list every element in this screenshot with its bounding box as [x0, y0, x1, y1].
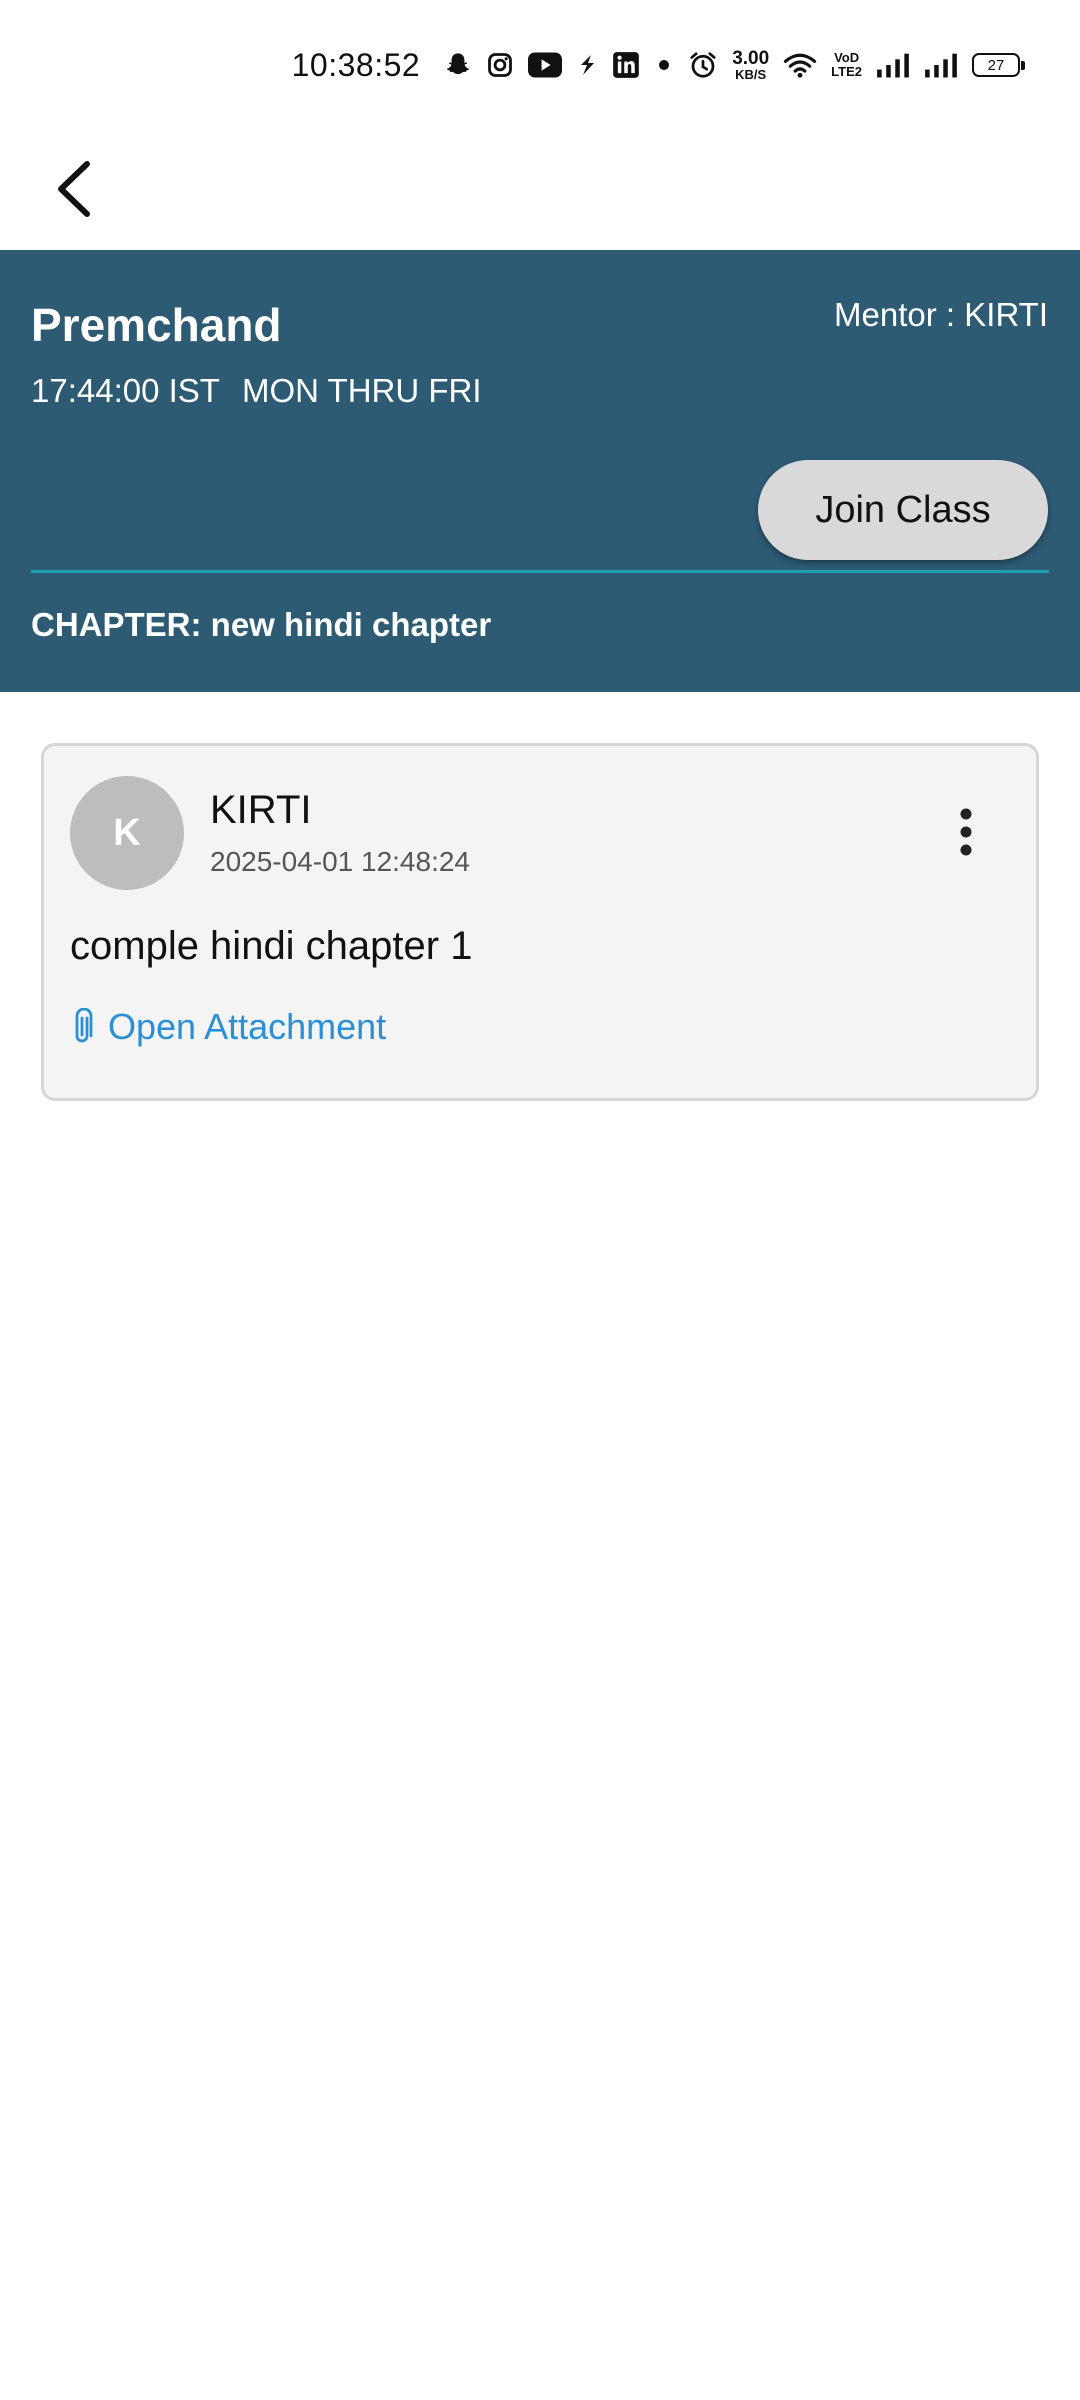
avatar: K: [70, 776, 184, 890]
signal-icon: [876, 52, 910, 78]
more-vertical-icon: [960, 808, 972, 856]
network-speed-unit: KB/S: [735, 67, 767, 82]
network-speed: 3.00 KB/S: [732, 49, 769, 81]
linkedin-icon: [612, 51, 640, 79]
class-header: Premchand Mentor : KIRTI 17:44:00 IST MO…: [0, 250, 1080, 692]
class-title: Premchand: [31, 299, 282, 351]
class-time: 17:44:00 IST: [31, 372, 220, 409]
wifi-icon: [783, 51, 817, 79]
app-icon: [576, 53, 598, 77]
join-class-button[interactable]: Join Class: [758, 460, 1048, 560]
back-button[interactable]: [28, 144, 118, 234]
post-timestamp: 2025-04-01 12:48:24: [210, 846, 470, 877]
volte-label-bottom: LTE2: [831, 64, 862, 79]
status-bar: 10:38:52 3.00 KB/S VoD LTE2 27: [0, 0, 1080, 130]
class-mentor: Mentor : KIRTI: [834, 296, 1048, 333]
status-icons: 3.00 KB/S VoD LTE2 27: [444, 49, 1025, 81]
post-author: KIRTI: [210, 788, 312, 832]
class-schedule: 17:44:00 IST MON THRU FRI: [31, 372, 482, 410]
volte-indicator: VoD LTE2: [831, 51, 862, 78]
alarm-icon: [688, 50, 718, 80]
post-content: comple hindi chapter 1: [70, 924, 473, 968]
chevron-left-icon: [58, 161, 90, 217]
instagram-icon: [486, 51, 514, 79]
signal-icon: [924, 52, 958, 78]
snapchat-icon: [444, 51, 472, 79]
open-attachment-label: Open Attachment: [108, 1006, 387, 1047]
class-days: MON THRU FRI: [241, 372, 482, 409]
chapter-title: CHAPTER: new hindi chapter: [31, 606, 492, 643]
status-time: 10:38:52: [291, 46, 421, 83]
header-divider: [31, 570, 1049, 573]
battery-level: 27: [987, 56, 1005, 74]
app-bar: [0, 130, 1080, 250]
post-menu-button[interactable]: [946, 802, 986, 862]
network-speed-value: 3.00: [732, 48, 770, 69]
paperclip-icon: [75, 1008, 93, 1043]
battery-icon: 27: [972, 53, 1025, 77]
open-attachment-link[interactable]: Open Attachment: [70, 1006, 386, 1048]
post-card: K KIRTI 2025-04-01 12:48:24 comple hindi…: [41, 743, 1039, 1101]
youtube-icon: [528, 52, 563, 78]
dot-icon: [654, 55, 674, 75]
